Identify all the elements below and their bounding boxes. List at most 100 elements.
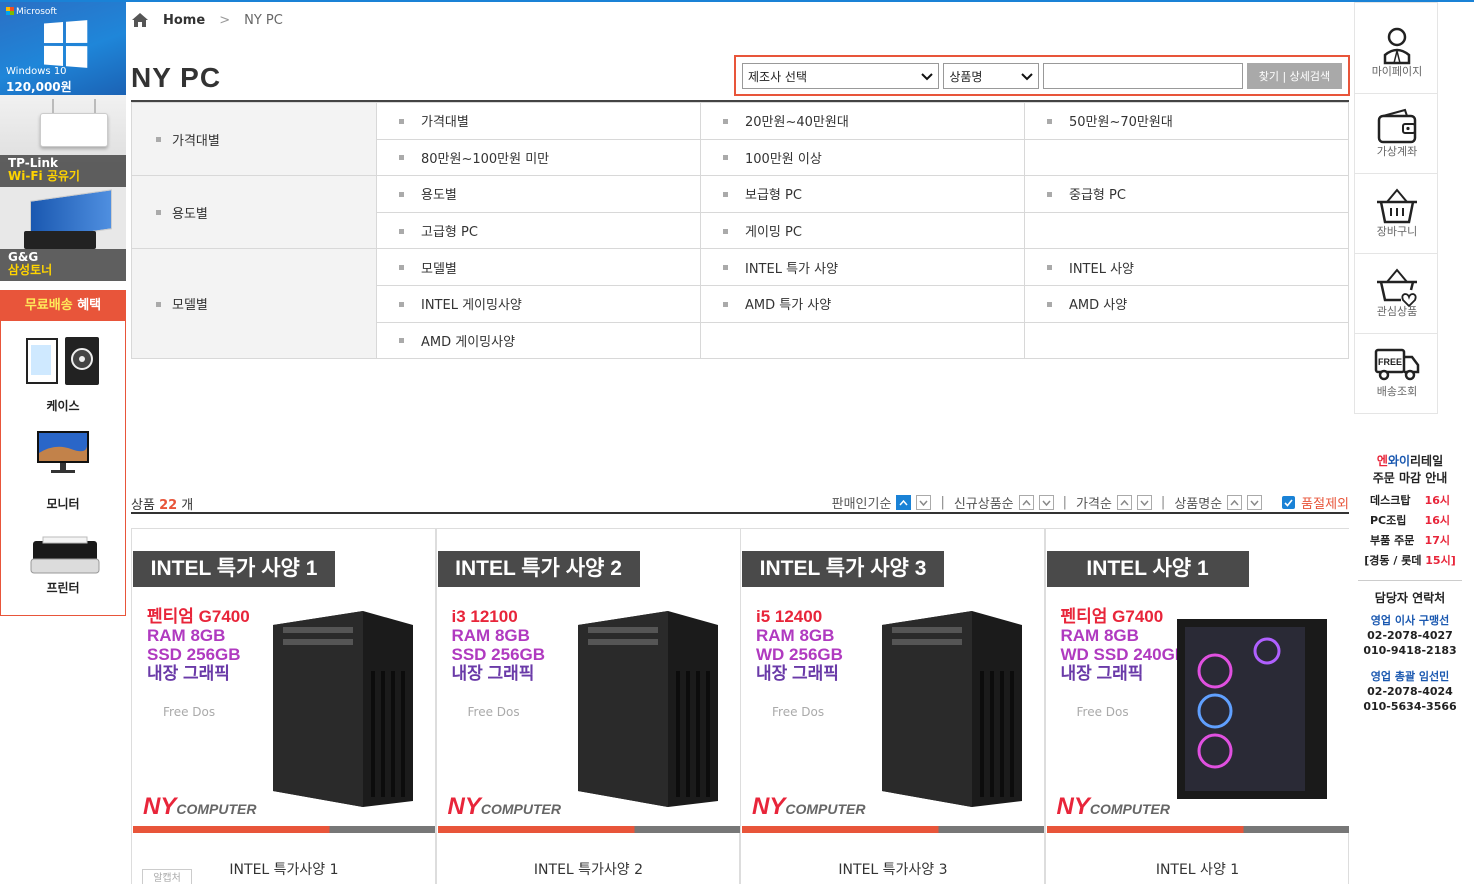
category-link[interactable]: AMD 사양 bbox=[1024, 284, 1349, 323]
product-name[interactable]: INTEL 특가사양 1 bbox=[132, 859, 436, 879]
free-shipping-box: 무료배송 혜택 케이스 모니터 프린터 bbox=[0, 290, 126, 616]
chevron-up-icon bbox=[1120, 499, 1129, 505]
breadcrumb-home[interactable]: Home bbox=[163, 13, 205, 28]
quick-menu-label: 가상계좌 bbox=[1376, 145, 1418, 158]
category-link[interactable]: 50만원~70만원대 bbox=[1024, 102, 1349, 140]
exclude-soldout-label[interactable]: 품절제외 bbox=[1301, 493, 1349, 512]
contact-mobile: 010-5634-3566 bbox=[1363, 700, 1457, 713]
category-link[interactable]: AMD 게이밍사양 bbox=[376, 321, 701, 360]
product-name[interactable]: INTEL 사양 1 bbox=[1046, 859, 1350, 879]
category-link[interactable]: 20만원~40만원대 bbox=[700, 102, 1025, 140]
chevron-up-icon bbox=[1022, 499, 1031, 505]
product-spec: 펜티엄 G7400 RAM 8GB SSD 256GB 내장 그래픽 bbox=[147, 607, 250, 683]
category-row: 용도별 용도별 보급형 PC 중급형 PC bbox=[131, 175, 1349, 250]
quick-menu-label: 관심상품 bbox=[1376, 305, 1418, 318]
quick-menu-label: 장바구니 bbox=[1376, 225, 1418, 238]
category-link[interactable]: 게이밍 PC bbox=[700, 211, 1025, 250]
search-button[interactable]: 찾기 | 상세검색 bbox=[1246, 63, 1342, 89]
breadcrumb: Home > NY PC bbox=[131, 10, 283, 30]
category-link[interactable]: 보급형 PC bbox=[700, 175, 1025, 213]
contact-mobile: 010-9418-2183 bbox=[1363, 644, 1457, 657]
windows-logo-icon bbox=[44, 20, 88, 68]
product-name[interactable]: INTEL 특가사양 3 bbox=[741, 859, 1045, 879]
quick-virtual-account[interactable]: 가상계좌 bbox=[1354, 94, 1438, 174]
quick-menu-label: 마이페이지 bbox=[1371, 65, 1423, 78]
product-name[interactable]: INTEL 특가사양 2 bbox=[437, 859, 741, 879]
toner-banner[interactable]: G&G 삼성토너 bbox=[0, 187, 126, 281]
category-link[interactable]: INTEL 특가 사양 bbox=[700, 248, 1025, 286]
pc-case-icon bbox=[26, 337, 99, 385]
sort-desc-button[interactable] bbox=[916, 495, 932, 510]
shipping-item-label: 모니터 bbox=[46, 497, 80, 511]
shipping-item-printer[interactable]: 프린터 bbox=[1, 521, 125, 615]
quick-mypage[interactable]: 마이페이지 bbox=[1354, 2, 1438, 94]
category-link[interactable]: 고급형 PC bbox=[376, 211, 701, 250]
ny-computer-logo: NYCOMPUTER bbox=[447, 793, 561, 820]
chevron-down-icon bbox=[919, 500, 929, 506]
shipping-item-case[interactable]: 케이스 bbox=[1, 321, 125, 421]
product-price: 499,000원 bbox=[741, 879, 1045, 884]
sort-asc-button[interactable] bbox=[1116, 495, 1132, 510]
sort-desc-button[interactable] bbox=[1038, 495, 1054, 510]
category-link[interactable]: 모델별 bbox=[376, 248, 701, 286]
tplink-banner-sub: Wi-Fi 공유기 bbox=[8, 169, 80, 183]
product-card[interactable]: INTEL 사양 1 펜티엄 G7400 RAM 8GB WD SSD 240GB 내장… bbox=[1044, 529, 1350, 884]
product-spec: 펜티엄 G7400 RAM 8GB WD SSD 240GB 내장 그래픽 bbox=[1060, 607, 1188, 683]
pc-tower-image bbox=[577, 611, 718, 807]
category-link[interactable]: INTEL 사양 bbox=[1024, 248, 1349, 286]
chevron-up-icon bbox=[899, 499, 909, 505]
deadline-row: 데스크탑 16시 bbox=[1370, 494, 1450, 507]
contact-title: 담당자 연락처 bbox=[1374, 591, 1446, 605]
free-delivery-truck-icon: FREE bbox=[1374, 348, 1420, 381]
product-tag: INTEL 특가 사양 1 bbox=[133, 551, 335, 587]
tplink-banner[interactable]: TP-Link Wi-Fi 공유기 bbox=[0, 95, 126, 187]
category-link[interactable]: 용도별 bbox=[376, 175, 701, 213]
product-spec: i3 12100 RAM 8GB SSD 256GB 내장 그래픽 bbox=[451, 607, 546, 683]
field-select[interactable]: 상품명 bbox=[943, 63, 1039, 89]
sort-desc-button[interactable] bbox=[1136, 495, 1152, 510]
category-link[interactable]: AMD 특가 사양 bbox=[700, 284, 1025, 323]
product-card[interactable]: INTEL 특가 사양 1 펜티엄 G7400 RAM 8GB SSD 256GB 내장… bbox=[131, 529, 436, 884]
category-link[interactable]: 80만원~100만원 미만 bbox=[376, 138, 701, 177]
product-card[interactable]: INTEL 특가 사양 3 i5 12400 RAM 8GB WD 256GB 내장 그… bbox=[740, 529, 1045, 884]
quick-delivery[interactable]: FREE 배송조회 bbox=[1354, 334, 1438, 414]
basket-icon bbox=[1377, 188, 1417, 224]
category-link[interactable]: 중급형 PC bbox=[1024, 175, 1349, 213]
product-price: 390,000원 bbox=[132, 879, 436, 884]
sort-asc-button[interactable] bbox=[1018, 495, 1034, 510]
info-subtitle: 주문 마감 안내 bbox=[1372, 471, 1448, 485]
sort-price: 가격순 bbox=[1076, 493, 1152, 512]
category-group[interactable]: 모델별 bbox=[131, 248, 377, 360]
product-image[interactable]: INTEL 특가 사양 3 i5 12400 RAM 8GB WD 256GB 내장 그… bbox=[742, 529, 1044, 833]
category-empty-cell bbox=[1024, 211, 1349, 250]
exclude-soldout-checkbox[interactable] bbox=[1282, 496, 1296, 509]
category-link[interactable]: INTEL 게이밍사양 bbox=[376, 284, 701, 323]
product-grid: INTEL 특가 사양 1 펜티엄 G7400 RAM 8GB SSD 256GB 내장… bbox=[131, 528, 1349, 884]
sort-asc-button[interactable] bbox=[1227, 495, 1243, 510]
product-card[interactable]: INTEL 특가 사양 2 i3 12100 RAM 8GB SSD 256GB 내장 … bbox=[435, 529, 741, 884]
product-image[interactable]: INTEL 사양 1 펜티엄 G7400 RAM 8GB WD SSD 240GB 내장… bbox=[1046, 529, 1349, 833]
category-link[interactable]: 가격대별 bbox=[376, 102, 701, 140]
category-group[interactable]: 용도별 bbox=[131, 175, 377, 250]
quick-wishlist[interactable]: 관심상품 bbox=[1354, 254, 1438, 334]
search-input[interactable] bbox=[1042, 63, 1243, 89]
category-link[interactable]: 100만원 이상 bbox=[700, 138, 1025, 177]
quick-menu: 마이페이지 가상계좌 장바구니 관심상품 FREE 배송조회 bbox=[1354, 2, 1438, 414]
category-empty-cell bbox=[1024, 138, 1349, 177]
left-banner-column: Microsoft Windows 10 120,000원 TP-Link Wi… bbox=[0, 2, 126, 616]
product-price: 480,000원 bbox=[1046, 879, 1350, 884]
printer-icon bbox=[30, 536, 100, 574]
category-group[interactable]: 가격대별 bbox=[131, 101, 377, 177]
home-icon[interactable] bbox=[131, 12, 149, 28]
pc-tower-image bbox=[882, 611, 1022, 807]
product-image[interactable]: INTEL 특가 사양 2 i3 12100 RAM 8GB SSD 256GB 내장 … bbox=[437, 529, 740, 833]
windows-banner[interactable]: Microsoft Windows 10 120,000원 bbox=[0, 2, 126, 95]
maker-select[interactable]: 제조사 선택 bbox=[742, 63, 940, 89]
sort-asc-button[interactable] bbox=[896, 495, 912, 510]
microsoft-logo: Microsoft bbox=[6, 7, 57, 17]
shipping-item-monitor[interactable]: 모니터 bbox=[1, 421, 125, 521]
sort-name: 상품명순 bbox=[1174, 493, 1263, 512]
quick-cart[interactable]: 장바구니 bbox=[1354, 174, 1438, 254]
sort-desc-button[interactable] bbox=[1247, 495, 1263, 510]
product-image[interactable]: INTEL 특가 사양 1 펜티엄 G7400 RAM 8GB SSD 256GB 내장… bbox=[133, 529, 435, 833]
